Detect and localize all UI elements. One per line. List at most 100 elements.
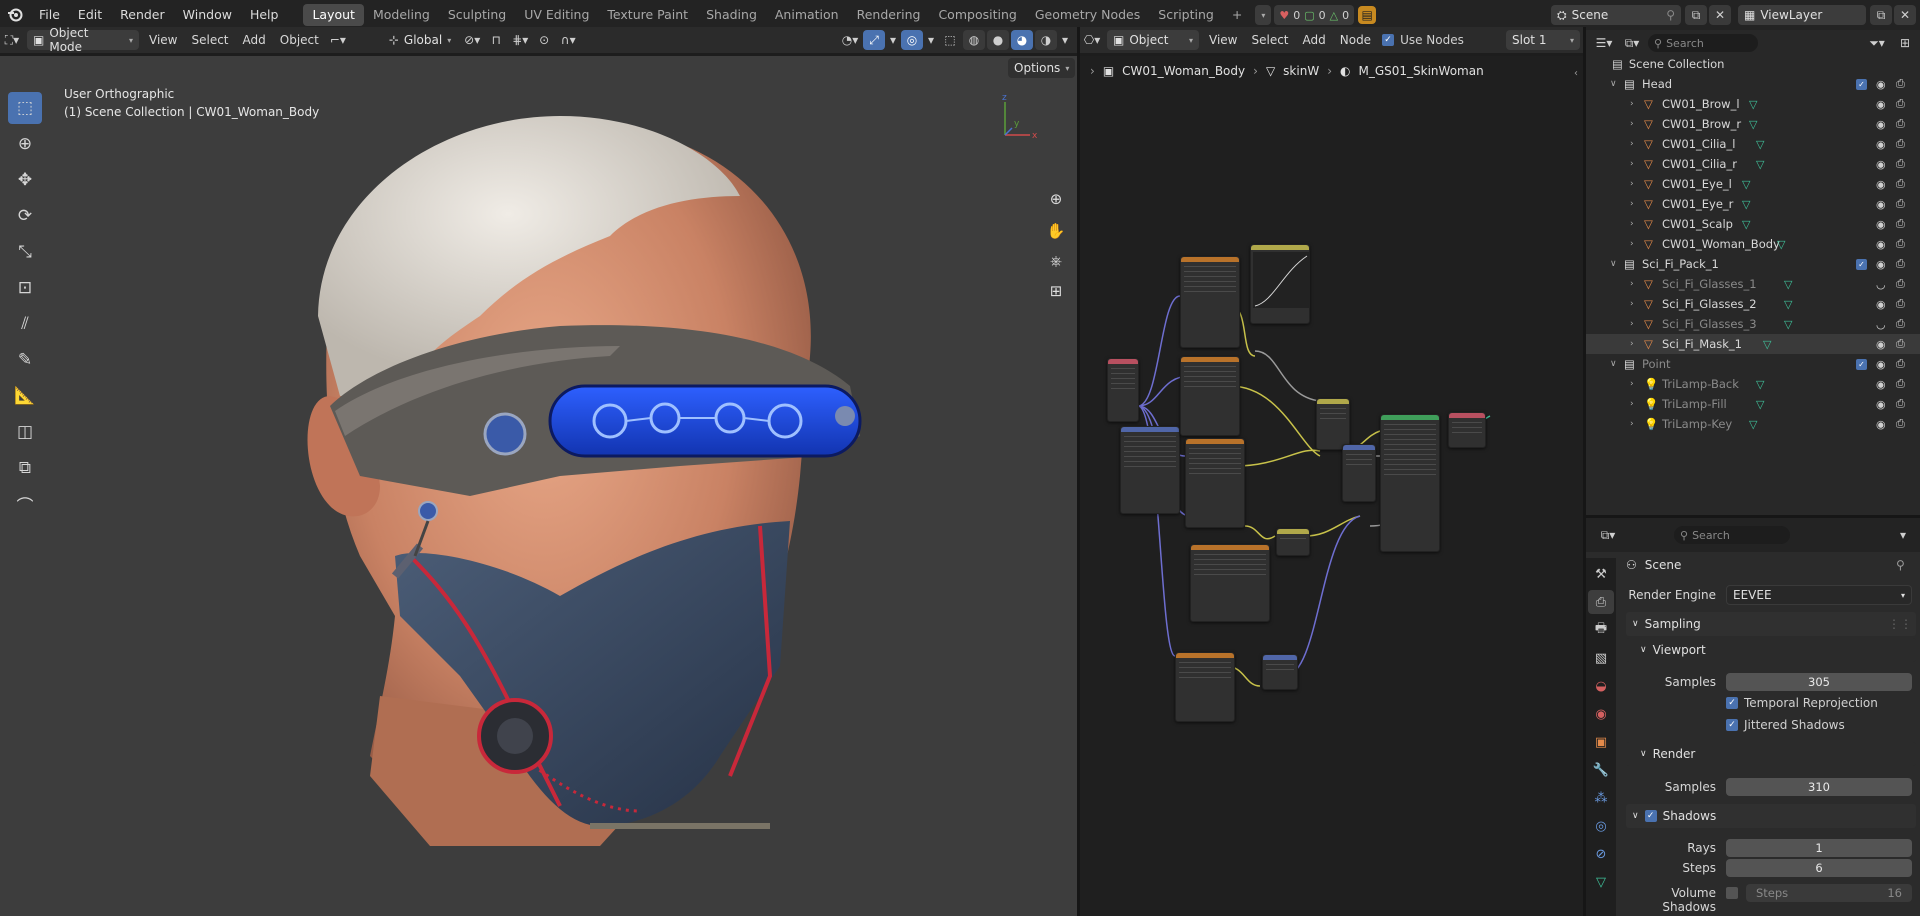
wireframe-shading-icon[interactable]: ◍ (963, 30, 985, 50)
eye-icon[interactable]: ◉ (1876, 158, 1886, 171)
camera-render-icon[interactable]: ⎙ (1896, 77, 1905, 91)
measure-icon[interactable]: 📐 (8, 380, 42, 412)
eye-icon[interactable]: ◉ (1876, 418, 1886, 431)
chevron-down-icon[interactable]: ∨ (1610, 259, 1617, 269)
shading-options-icon[interactable]: ▾ (1059, 30, 1071, 50)
statistics-toggle-icon[interactable]: ▤ (1358, 6, 1377, 24)
chevron-right-icon[interactable]: › (1630, 199, 1634, 209)
outliner-object-row[interactable]: › ▽ Sci_Fi_Glasses_1 ▽ ◡ ⎙ (1586, 274, 1920, 294)
eye-icon[interactable]: ◉ (1876, 118, 1886, 131)
pan-hand-icon[interactable]: ✋ (1043, 218, 1069, 244)
chevron-right-icon[interactable]: › (1630, 119, 1634, 129)
tab-geometry-nodes[interactable]: Geometry Nodes (1026, 4, 1149, 26)
chevron-down-icon[interactable]: ∨ (1610, 79, 1617, 89)
eye-icon[interactable]: ◉ (1876, 358, 1886, 371)
eye-icon[interactable]: ◉ (1876, 178, 1886, 191)
node-menu-view[interactable]: View (1202, 33, 1244, 47)
render-engine-dropdown[interactable]: EEVEE ▾ (1726, 585, 1912, 605)
outliner-object-row[interactable]: › ▽ CW01_Cilia_l ▽ ◉ ⎙ (1586, 134, 1920, 154)
camera-render-icon[interactable]: ⎙ (1896, 297, 1905, 311)
eye-icon[interactable]: ◉ (1876, 258, 1886, 271)
principled-bsdf-node[interactable] (1380, 414, 1440, 552)
camera-render-icon[interactable]: ⎙ (1896, 157, 1905, 171)
camera-render-icon[interactable]: ⎙ (1896, 397, 1905, 411)
menu-help[interactable]: Help (241, 0, 288, 30)
new-view-layer-icon[interactable]: ⧉ (1870, 5, 1892, 25)
render-samples-field[interactable]: 310 (1726, 778, 1912, 796)
temporal-reprojection-checkbox[interactable]: ✓ Temporal Reprojection (1726, 696, 1878, 710)
menu-add[interactable]: Add (236, 33, 273, 47)
snap-icon[interactable]: ⊓ (485, 30, 507, 50)
view-layer-selector[interactable]: ▦ ViewLayer (1738, 5, 1866, 25)
particles-tab-icon[interactable]: ⁂ (1588, 786, 1614, 810)
chevron-right-icon[interactable]: › (1630, 319, 1634, 329)
outliner-collection-row[interactable]: ∨ ▤ Head ✓ ◉ ⎙ (1586, 74, 1920, 94)
outliner-object-row[interactable]: › ▽ CW01_Brow_r ▽ ◉ ⎙ (1586, 114, 1920, 134)
xray-icon[interactable]: ⬚ (939, 30, 961, 50)
tab-scripting[interactable]: Scripting (1149, 4, 1223, 26)
node-menu-add[interactable]: Add (1296, 33, 1333, 47)
chevron-right-icon[interactable]: › (1630, 239, 1634, 249)
curves-node[interactable] (1250, 244, 1310, 324)
outliner-root[interactable]: ▤ Scene Collection (1586, 54, 1920, 74)
tool-tab-icon[interactable]: ⚒ (1588, 562, 1614, 586)
camera-render-icon[interactable]: ⎙ (1896, 197, 1905, 211)
add-object-icon[interactable]: ⧉ (8, 452, 42, 484)
display-mode-icon[interactable]: ⧉▾ (1621, 33, 1643, 53)
physics-tab-icon[interactable]: ◎ (1588, 814, 1614, 838)
node-editor-type-icon[interactable]: ⎔▾ (1081, 30, 1103, 50)
exclude-checkbox[interactable]: ✓ (1856, 258, 1867, 270)
outliner-object-row[interactable]: › ▽ Sci_Fi_Mask_1 ▽ ◉ ⎙ (1586, 334, 1920, 354)
camera-render-icon[interactable]: ⎙ (1896, 317, 1905, 331)
tab-modeling[interactable]: Modeling (364, 4, 439, 26)
eye-icon[interactable]: ◉ (1876, 138, 1886, 151)
mapping-node[interactable] (1120, 426, 1180, 514)
tab-texture-paint[interactable]: Texture Paint (598, 4, 697, 26)
camera-render-icon[interactable]: ⎙ (1896, 337, 1905, 351)
viewport-subpanel-header[interactable]: ∨ Viewport (1626, 638, 1916, 662)
chevron-right-icon[interactable]: › (1630, 179, 1634, 189)
volume-shadows-checkbox[interactable] (1726, 887, 1738, 899)
image-texture-node-3[interactable] (1185, 438, 1245, 528)
tab-shading[interactable]: Shading (697, 4, 766, 26)
properties-search[interactable]: ⚲ Search (1674, 526, 1790, 544)
shader-type-dropdown[interactable]: ▣ Object ▾ (1107, 30, 1199, 50)
menu-view[interactable]: View (142, 33, 184, 47)
stats-dropdown[interactable]: ▾ (1255, 5, 1272, 25)
annotate-line-icon[interactable]: ✎ (8, 344, 42, 376)
curve-tool-icon[interactable]: ⌒ (8, 488, 42, 520)
eye-closed-icon[interactable]: ◡ (1876, 278, 1886, 291)
chevron-right-icon[interactable]: › (1630, 139, 1634, 149)
properties-editor-type-icon[interactable]: ⧉▾ (1597, 525, 1619, 545)
chevron-right-icon[interactable]: › (1630, 99, 1634, 109)
image-texture-node-1[interactable] (1180, 256, 1240, 348)
chevron-right-icon[interactable]: › (1630, 399, 1634, 409)
chevron-right-icon[interactable]: › (1630, 299, 1634, 309)
tab-rendering[interactable]: Rendering (848, 4, 930, 26)
volume-steps-field[interactable]: Steps 16 (1746, 884, 1912, 902)
tab-animation[interactable]: Animation (766, 4, 848, 26)
rays-field[interactable]: 1 (1726, 839, 1912, 857)
snap-options-icon[interactable]: ⌐▾ (327, 30, 349, 50)
pin-icon[interactable]: ⚲ (1896, 558, 1905, 572)
eye-icon[interactable]: ◉ (1876, 398, 1886, 411)
visibility-icon[interactable]: ◔▾ (839, 30, 861, 50)
camera-render-icon[interactable]: ⎙ (1896, 177, 1905, 191)
properties-options-icon[interactable]: ▾ (1892, 525, 1914, 545)
normal-map-node[interactable] (1262, 654, 1298, 690)
chevron-right-icon[interactable]: › (1630, 419, 1634, 429)
eye-icon[interactable]: ◉ (1876, 98, 1886, 111)
exclude-checkbox[interactable]: ✓ (1856, 358, 1867, 370)
collapse-sidebar-icon[interactable]: ‹ (1574, 68, 1578, 79)
scene-tab-icon[interactable]: ◒ (1588, 674, 1614, 698)
rgb-curves-node[interactable] (1276, 528, 1310, 556)
transform-icon[interactable]: ⊡ (8, 272, 42, 304)
chevron-right-icon[interactable]: › (1630, 219, 1634, 229)
camera-render-icon[interactable]: ⎙ (1896, 137, 1905, 151)
use-nodes-checkbox[interactable]: ✓ Use Nodes (1382, 33, 1464, 47)
options-dropdown[interactable]: Options ▾ (1008, 58, 1076, 78)
node-editor[interactable]: › ▣ CW01_Woman_Body › ▽ skinW › ◐ M_GS01… (1080, 56, 1583, 916)
camera-render-icon[interactable]: ⎙ (1896, 237, 1905, 251)
add-cube-icon[interactable]: ◫ (8, 416, 42, 448)
delete-view-layer-icon[interactable]: ✕ (1894, 5, 1916, 25)
